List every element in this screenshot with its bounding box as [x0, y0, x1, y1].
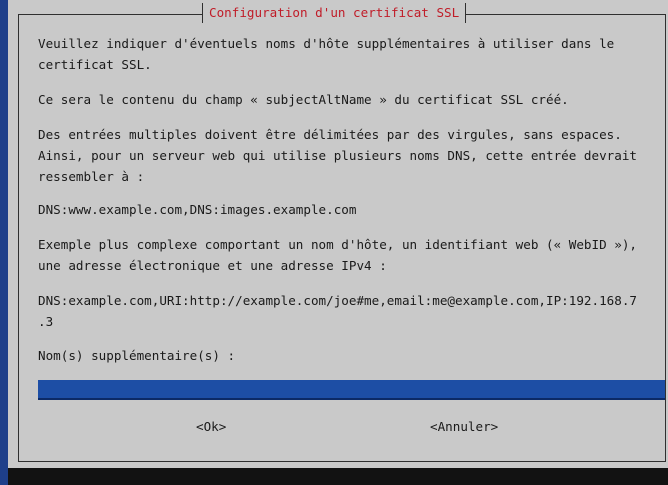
terminal-bottom-strip: [8, 468, 668, 485]
complex-example-text: DNS:example.com,URI:http://example.com/j…: [38, 293, 637, 329]
terminal-screen: Configuration d'un certificat SSL Veuill…: [0, 0, 668, 485]
ok-button[interactable]: <Ok>: [196, 417, 226, 437]
subjectaltname-text: Ce sera le contenu du champ « subjectAlt…: [38, 92, 569, 107]
simple-example-text: DNS:www.example.com,DNS:images.example.c…: [38, 202, 357, 217]
format-instructions-text: Des entrées multiples doivent être délim…: [38, 127, 637, 184]
intro-text: Veuillez indiquer d'éventuels noms d'hôt…: [38, 36, 615, 72]
extra-names-input[interactable]: [38, 380, 665, 400]
cancel-button[interactable]: <Annuler>: [430, 417, 498, 437]
complex-example-intro-text: Exemple plus complexe comportant un nom …: [38, 237, 637, 273]
extra-names-label: Nom(s) supplémentaire(s) :: [38, 348, 236, 363]
dialog-title: Configuration d'un certificat SSL: [202, 3, 467, 23]
ssl-config-dialog: Configuration d'un certificat SSL Veuill…: [8, 0, 668, 468]
